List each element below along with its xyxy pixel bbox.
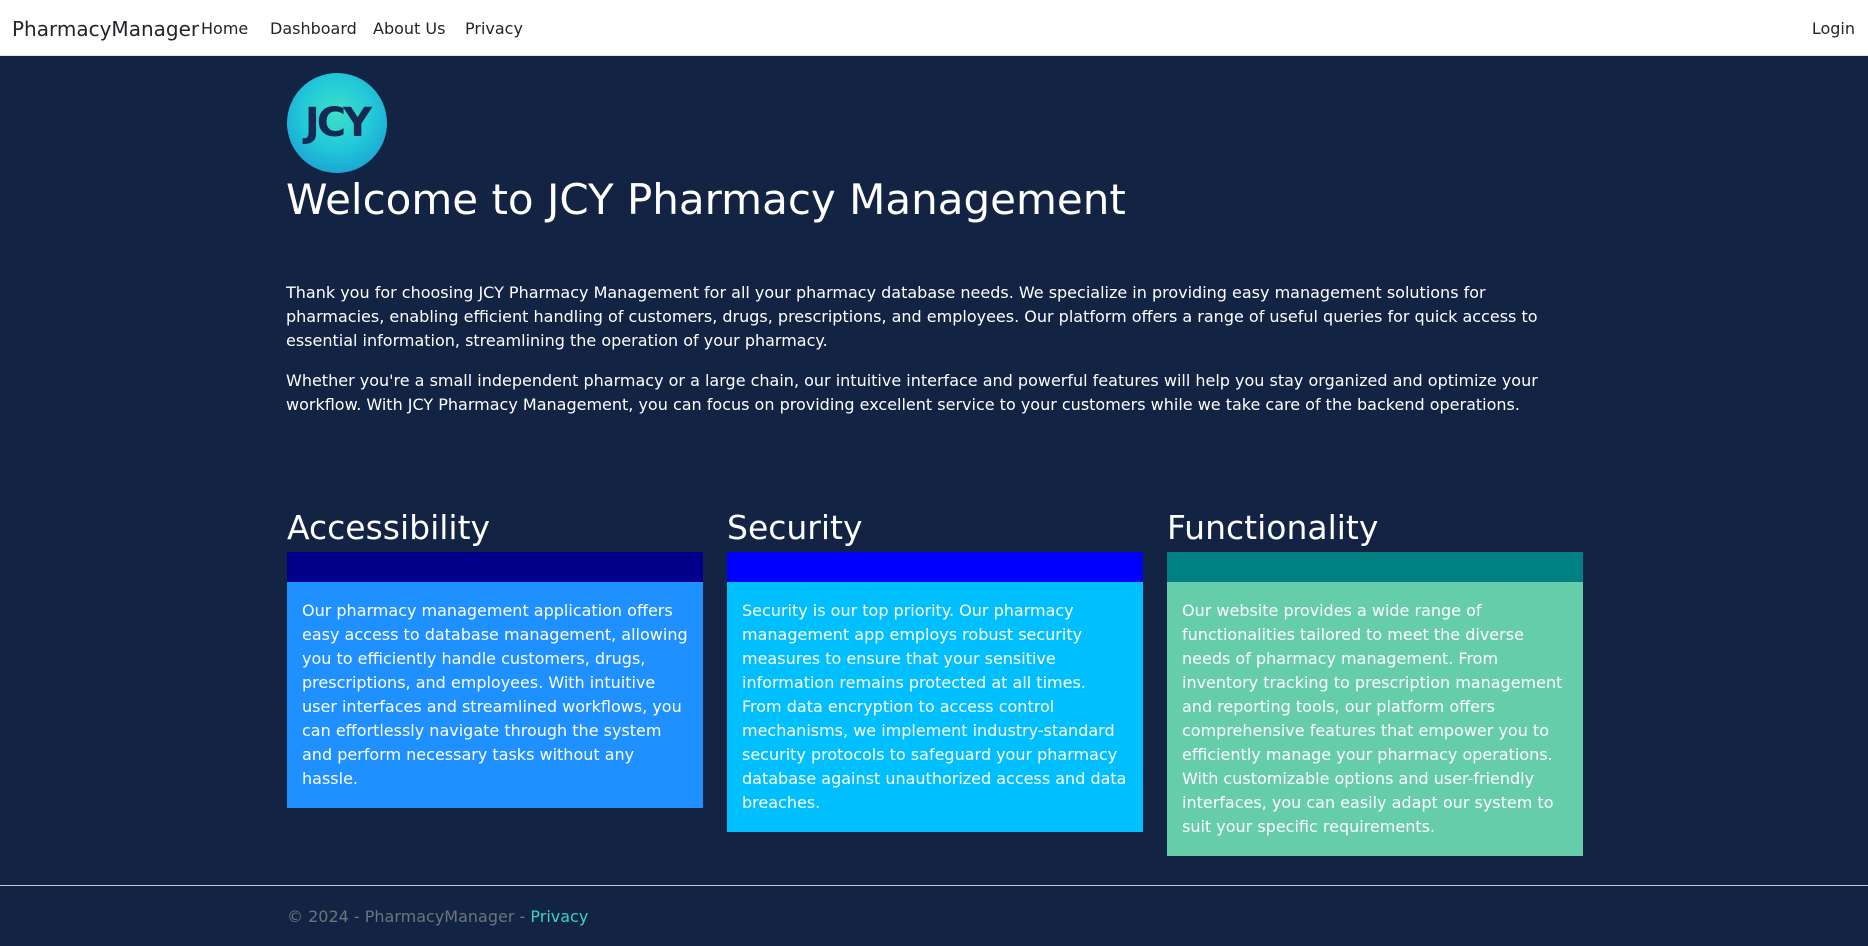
nav-home-link[interactable]: Home xyxy=(201,19,248,39)
security-heading: Security xyxy=(727,508,863,547)
security-card-body: Security is our top priority. Our pharma… xyxy=(727,582,1143,832)
logo-text: JCY xyxy=(304,100,372,146)
functionality-card-body: Our website provides a wide range of fun… xyxy=(1167,582,1583,856)
nav-privacy-link[interactable]: Privacy xyxy=(465,19,523,39)
intro-paragraph: Whether you're a small independent pharm… xyxy=(286,371,1538,414)
footer-copyright: © 2024 - PharmacyManager - xyxy=(287,907,531,926)
login-link[interactable]: Login xyxy=(1812,19,1855,39)
accessibility-heading: Accessibility xyxy=(287,508,491,547)
accessibility-card-body: Our pharmacy management application offe… xyxy=(287,582,703,808)
brand-link[interactable]: PharmacyManager xyxy=(12,16,199,42)
nav-dashboard-link[interactable]: Dashboard xyxy=(270,19,357,39)
functionality-heading: Functionality xyxy=(1167,508,1379,547)
security-card-header xyxy=(727,552,1143,582)
jcy-logo: JCY xyxy=(287,73,387,173)
intro-paragraph: Thank you for choosing JCY Pharmacy Mana… xyxy=(286,283,1538,350)
nav-about-us-link[interactable]: About Us xyxy=(373,19,445,39)
functionality-card-header xyxy=(1167,552,1583,582)
footer: © 2024 - PharmacyManager - Privacy xyxy=(287,906,588,928)
footer-privacy-link[interactable]: Privacy xyxy=(530,907,588,926)
accessibility-card-header xyxy=(287,552,703,582)
footer-divider xyxy=(0,885,1868,886)
top-navbar: PharmacyManager Home Dashboard About Us … xyxy=(0,0,1868,56)
page-title: Welcome to JCY Pharmacy Management xyxy=(286,175,1126,224)
